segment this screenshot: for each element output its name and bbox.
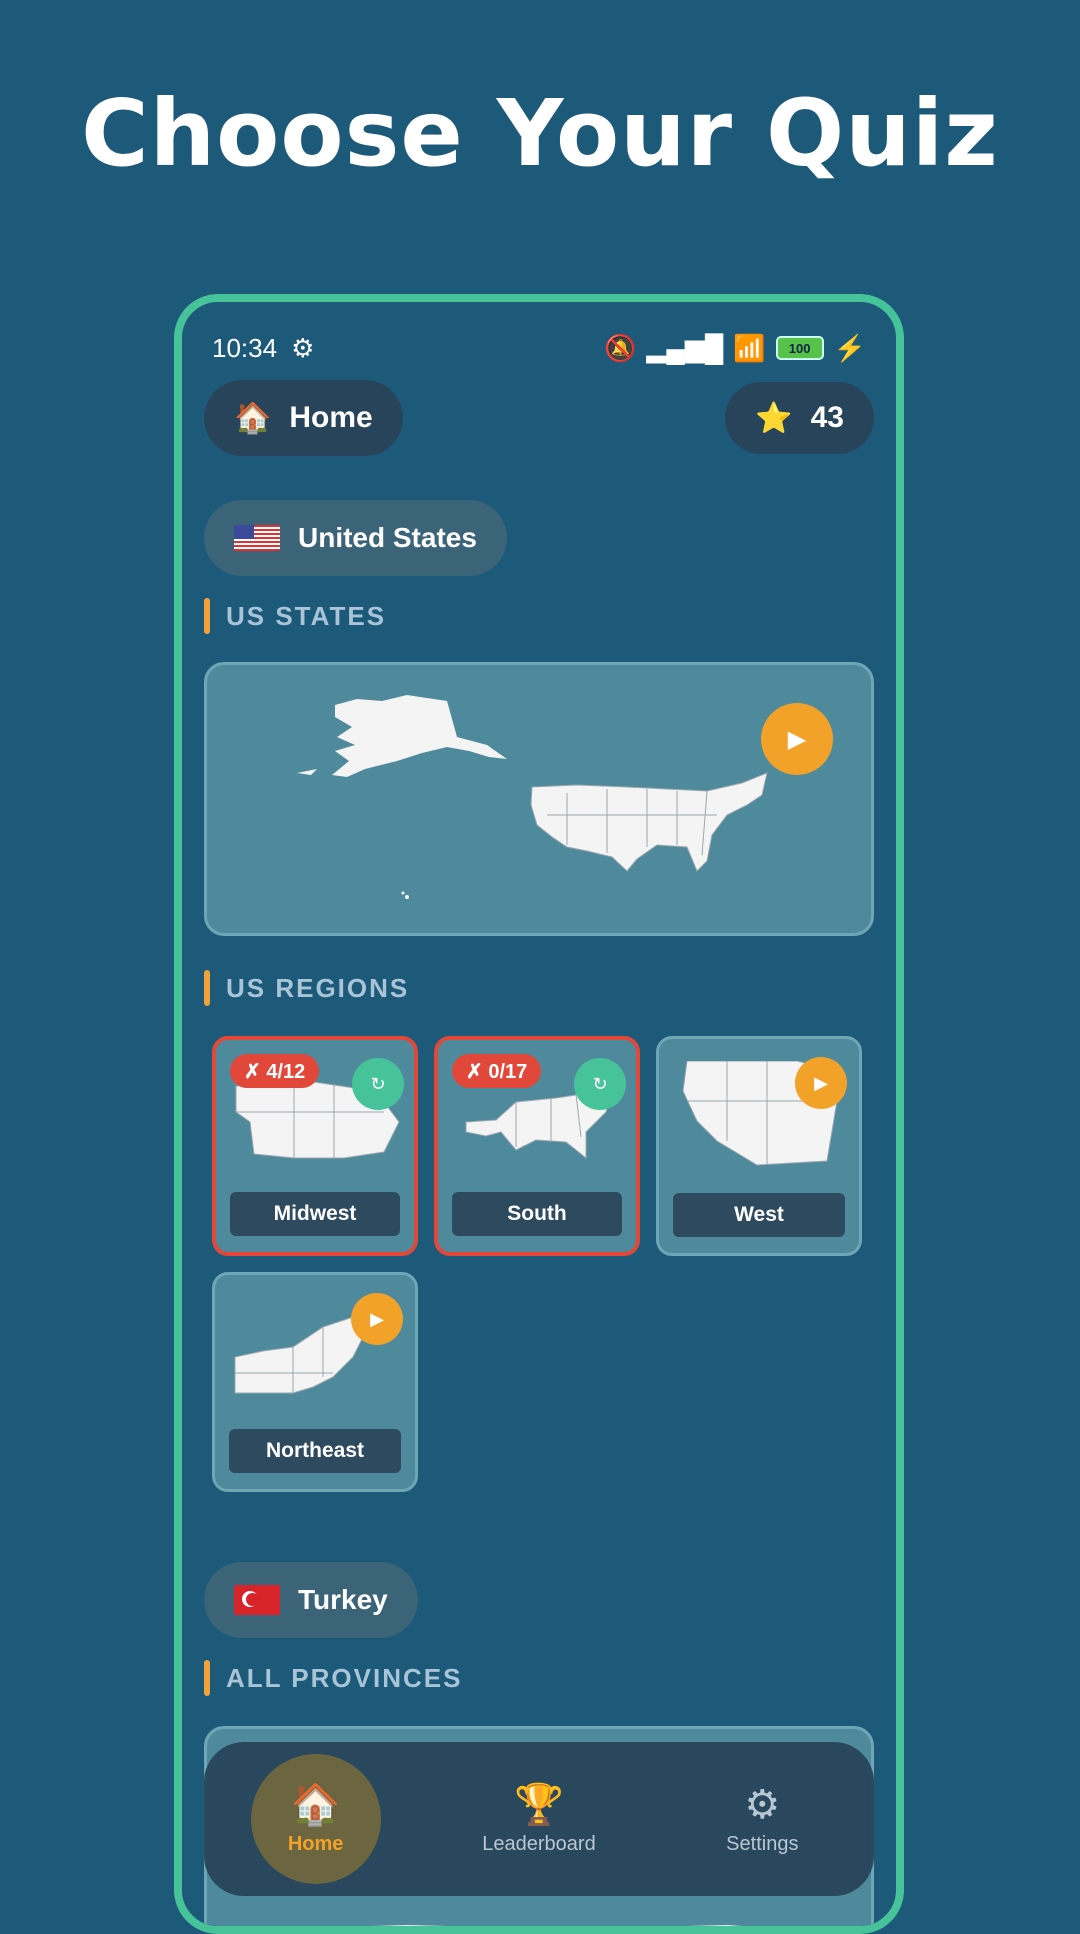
house-icon: 🏠 bbox=[234, 401, 272, 435]
stars-count: 43 bbox=[810, 401, 844, 434]
region-card-midwest[interactable]: ✗ 4/12 ↻ Midwest bbox=[212, 1036, 418, 1256]
nav-label: Settings bbox=[726, 1832, 799, 1855]
nav-item-leaderboard[interactable]: 🏆 Leaderboard bbox=[474, 1754, 604, 1884]
nav-label: Home bbox=[287, 1832, 344, 1855]
signal-icon: ▂▄▆█ bbox=[646, 332, 724, 363]
retry-button[interactable]: ↻ bbox=[574, 1058, 626, 1110]
section-title-us-regions: US REGIONS bbox=[204, 970, 409, 1006]
us-flag-icon bbox=[234, 525, 280, 551]
home-button-label: Home bbox=[289, 401, 373, 434]
us-states-quiz-card[interactable]: ▶ bbox=[204, 662, 874, 936]
country-name: United States bbox=[298, 522, 477, 553]
wifi-icon: 📶 bbox=[733, 332, 766, 363]
mute-icon: 🔕 bbox=[604, 332, 637, 363]
stars-counter: ⭐ 43 bbox=[725, 382, 874, 454]
section-accent-bar bbox=[204, 598, 210, 634]
section-title-text: ALL PROVINCES bbox=[226, 1662, 463, 1693]
score-badge: ✗ 0/17 bbox=[452, 1054, 542, 1088]
play-button[interactable]: ▶ bbox=[795, 1057, 847, 1109]
section-accent-bar bbox=[204, 970, 210, 1006]
section-title-us-states: US STATES bbox=[204, 598, 386, 634]
bottom-navigation: 🏠 Home 🏆 Leaderboard ⚙ Settings bbox=[204, 1742, 874, 1896]
section-title-text: US STATES bbox=[226, 600, 387, 631]
phone-frame: 10:34 ⚙ 🔕 ▂▄▆█ 📶 100 ⚡ 🏠 Home ⭐ 43 Unite… bbox=[174, 294, 904, 1934]
region-label: Northeast bbox=[229, 1429, 401, 1473]
turkey-flag-icon bbox=[234, 1585, 280, 1615]
country-chip-united-states[interactable]: United States bbox=[204, 500, 507, 576]
us-map-image bbox=[297, 695, 768, 899]
country-name: Turkey bbox=[298, 1584, 388, 1615]
trophy-icon: 🏆 bbox=[514, 1782, 564, 1827]
region-card-northeast[interactable]: ▶ Northeast bbox=[212, 1272, 418, 1492]
region-card-west[interactable]: ▶ West bbox=[656, 1036, 862, 1256]
status-time: 10:34 bbox=[212, 332, 278, 363]
section-title-all-provinces: ALL PROVINCES bbox=[204, 1660, 462, 1696]
home-button[interactable]: 🏠 Home bbox=[204, 380, 403, 456]
country-chip-turkey[interactable]: Turkey bbox=[204, 1562, 418, 1638]
region-label: West bbox=[673, 1193, 845, 1237]
nav-label: Leaderboard bbox=[482, 1832, 596, 1855]
section-title-text: US REGIONS bbox=[226, 972, 410, 1003]
star-icon: ⭐ bbox=[755, 401, 793, 435]
play-button[interactable]: ▶ bbox=[761, 703, 833, 775]
region-label: South bbox=[452, 1192, 622, 1236]
region-label: Midwest bbox=[230, 1192, 400, 1236]
retry-button[interactable]: ↻ bbox=[352, 1058, 404, 1110]
charging-icon: ⚡ bbox=[833, 332, 866, 363]
nav-item-home[interactable]: 🏠 Home bbox=[250, 1754, 381, 1884]
section-accent-bar bbox=[204, 1660, 210, 1696]
status-bar: 10:34 ⚙ 🔕 ▂▄▆█ 📶 100 ⚡ bbox=[212, 326, 866, 370]
house-icon: 🏠 bbox=[290, 1782, 341, 1827]
score-badge: ✗ 4/12 bbox=[230, 1054, 320, 1088]
region-card-south[interactable]: ✗ 0/17 ↻ South bbox=[434, 1036, 640, 1256]
settings-gear-icon: ⚙ bbox=[291, 332, 315, 363]
gear-icon: ⚙ bbox=[744, 1782, 781, 1827]
nav-item-settings[interactable]: ⚙ Settings bbox=[697, 1754, 827, 1884]
page-headline: Choose Your Quiz bbox=[81, 80, 999, 187]
battery-icon: 100 bbox=[775, 336, 824, 360]
play-button[interactable]: ▶ bbox=[351, 1293, 403, 1345]
